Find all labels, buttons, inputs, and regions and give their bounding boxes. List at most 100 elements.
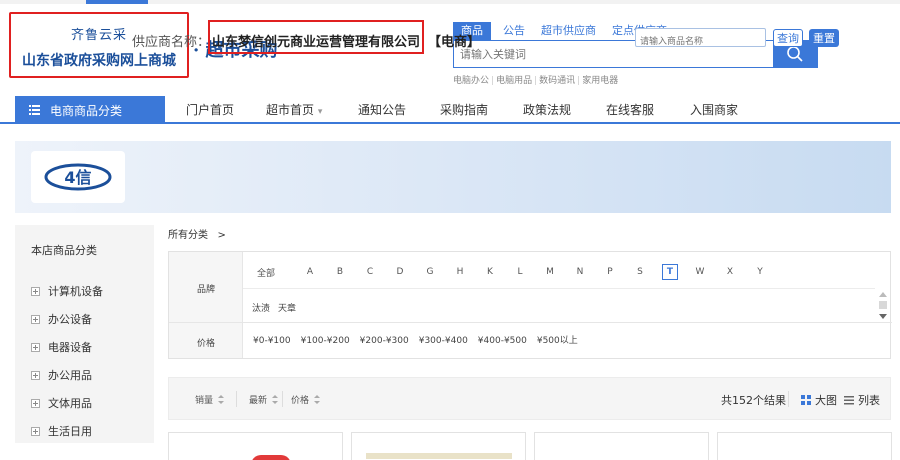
hotword-link[interactable]: 家用电器	[582, 76, 618, 86]
brand-list-scrollbar[interactable]	[876, 290, 890, 323]
letter-k[interactable]: K	[475, 267, 505, 277]
product-image	[251, 455, 291, 460]
main-nav: 电商商品分类 门户首页 超市首页 ▾ 通知公告 采购指南 政策法规 在线客服 入…	[0, 96, 900, 124]
letter-all[interactable]: 全部	[257, 266, 295, 279]
product-card[interactable]	[168, 432, 343, 460]
search-tab-notice[interactable]: 公告	[495, 22, 533, 40]
price-option[interactable]: ¥400-¥500	[478, 336, 527, 346]
supplier-logo-mark: 4信	[44, 163, 112, 191]
menu-icon	[29, 105, 40, 115]
top-accent-bar	[86, 0, 148, 4]
plus-icon	[31, 370, 40, 380]
svg-text:4信: 4信	[64, 168, 91, 187]
price-option[interactable]: ¥100-¥200	[301, 336, 350, 346]
plus-icon	[31, 426, 40, 436]
sidebar-item-electrical[interactable]: 电器设备	[31, 339, 92, 355]
brand-option[interactable]: 汰渍	[252, 304, 270, 314]
letter-m[interactable]: M	[535, 267, 565, 277]
view-grid-button[interactable]: 大图	[801, 392, 837, 408]
nav-policy[interactable]: 政策法规	[523, 96, 571, 124]
list-icon	[844, 395, 854, 404]
chevron-down-icon: ▾	[317, 107, 323, 117]
top-strip	[0, 0, 900, 4]
sidebar-title: 本店商品分类	[31, 244, 97, 257]
sort-bar: 销量 最新 价格 共152个结果 大图 列表	[168, 377, 891, 420]
sort-by-newest[interactable]: 最新	[249, 393, 279, 406]
product-card[interactable]	[717, 432, 892, 460]
price-option[interactable]: ¥0-¥100	[253, 336, 291, 346]
plus-icon	[31, 286, 40, 296]
query-button[interactable]: 查询	[773, 29, 803, 47]
breadcrumb-arrow: >	[217, 230, 226, 241]
sidebar-item-office-equipment[interactable]: 办公设备	[31, 311, 92, 327]
shop-search-input[interactable]	[636, 33, 765, 51]
result-count: 共152个结果	[721, 394, 786, 407]
letter-a[interactable]: A	[295, 267, 325, 277]
plus-icon	[31, 342, 40, 352]
logo-title: 山东省政府采购网上商城	[22, 53, 176, 69]
hotword-link[interactable]: 电脑用品	[496, 76, 532, 86]
letter-d[interactable]: D	[385, 267, 415, 277]
divider	[282, 391, 283, 407]
hotword-link[interactable]: 电脑办公	[453, 76, 489, 86]
shop-search-field	[635, 28, 766, 51]
hotword-link[interactable]: 数码通讯	[539, 76, 575, 86]
plus-icon	[31, 314, 40, 324]
supplier-name: 山东梦信创元商业运营管理有限公司	[212, 35, 421, 50]
sort-arrows-icon	[314, 395, 321, 404]
nav-online-service[interactable]: 在线客服	[606, 96, 654, 124]
sidebar-item-computer[interactable]: 计算机设备	[31, 283, 103, 299]
letter-p[interactable]: P	[595, 267, 625, 277]
grid-icon	[801, 395, 811, 405]
sidebar-item-stationery-sports[interactable]: 文体用品	[31, 395, 92, 411]
supplier-type-tag: 【电商】	[428, 35, 481, 50]
product-card[interactable]	[534, 432, 709, 460]
nav-supermarket-home[interactable]: 超市首页 ▾	[266, 96, 322, 124]
scroll-arrows-icon	[879, 292, 887, 319]
letter-w[interactable]: W	[685, 267, 715, 277]
supplier-name-label: 供应商名称：	[132, 35, 211, 50]
letter-s[interactable]: S	[625, 267, 655, 277]
search-tab-supermarket-supplier[interactable]: 超市供应商	[533, 22, 604, 40]
price-option[interactable]: ¥500以上	[537, 336, 578, 346]
hot-keywords: 电脑办公 | 电脑用品 | 数码通讯 | 家用电器	[453, 76, 619, 86]
letter-n[interactable]: N	[565, 267, 595, 277]
sort-by-price[interactable]: 价格	[291, 393, 321, 406]
breadcrumb: 所有分类 >	[168, 226, 226, 241]
search-icon	[787, 46, 803, 62]
nav-notices[interactable]: 通知公告	[358, 96, 406, 124]
view-list-button[interactable]: 列表	[844, 392, 880, 408]
letter-b[interactable]: B	[325, 267, 355, 277]
product-image	[366, 453, 512, 459]
brand-list: 汰渍 天章	[252, 301, 304, 314]
sidebar-item-office-supplies[interactable]: 办公用品	[31, 367, 92, 383]
nav-portal-home[interactable]: 门户首页	[186, 96, 234, 124]
letter-c[interactable]: C	[355, 267, 385, 277]
reset-button[interactable]: 重置	[809, 29, 839, 47]
nav-guide[interactable]: 采购指南	[440, 96, 488, 124]
page: 齐鲁云采 山东省政府采购网上商城 · 超市采购 商品 公告 超市供应商 定点供应…	[0, 0, 900, 460]
sort-arrows-icon	[218, 395, 225, 404]
product-card[interactable]	[351, 432, 526, 460]
sort-by-sales[interactable]: 销量	[195, 393, 225, 406]
price-option[interactable]: ¥300-¥400	[419, 336, 468, 346]
letter-x[interactable]: X	[715, 267, 745, 277]
divider	[169, 322, 892, 323]
plus-icon	[31, 398, 40, 408]
brand-option[interactable]: 天章	[278, 304, 296, 314]
nav-selected-merchants[interactable]: 入围商家	[690, 96, 738, 124]
price-range-list: ¥0-¥100 ¥100-¥200 ¥200-¥300 ¥300-¥400 ¥400-¥…	[253, 333, 588, 346]
letter-g[interactable]: G	[415, 267, 445, 277]
breadcrumb-all-categories[interactable]: 所有分类	[168, 230, 208, 241]
letter-h[interactable]: H	[445, 267, 475, 277]
letter-l[interactable]: L	[505, 267, 535, 277]
filter-price-label: 价格	[196, 339, 215, 349]
category-menu-button[interactable]: 电商商品分类	[15, 96, 165, 124]
letter-t-selected[interactable]: T	[662, 264, 678, 280]
divider	[788, 391, 789, 407]
sidebar-item-daily-use[interactable]: 生活日用	[31, 423, 92, 439]
price-option[interactable]: ¥200-¥300	[360, 336, 409, 346]
letter-y[interactable]: Y	[745, 267, 775, 277]
divider	[236, 391, 237, 407]
shop-category-sidebar: 本店商品分类 计算机设备 办公设备 电器设备 办公用品 文体用品 生活日用	[15, 225, 154, 443]
